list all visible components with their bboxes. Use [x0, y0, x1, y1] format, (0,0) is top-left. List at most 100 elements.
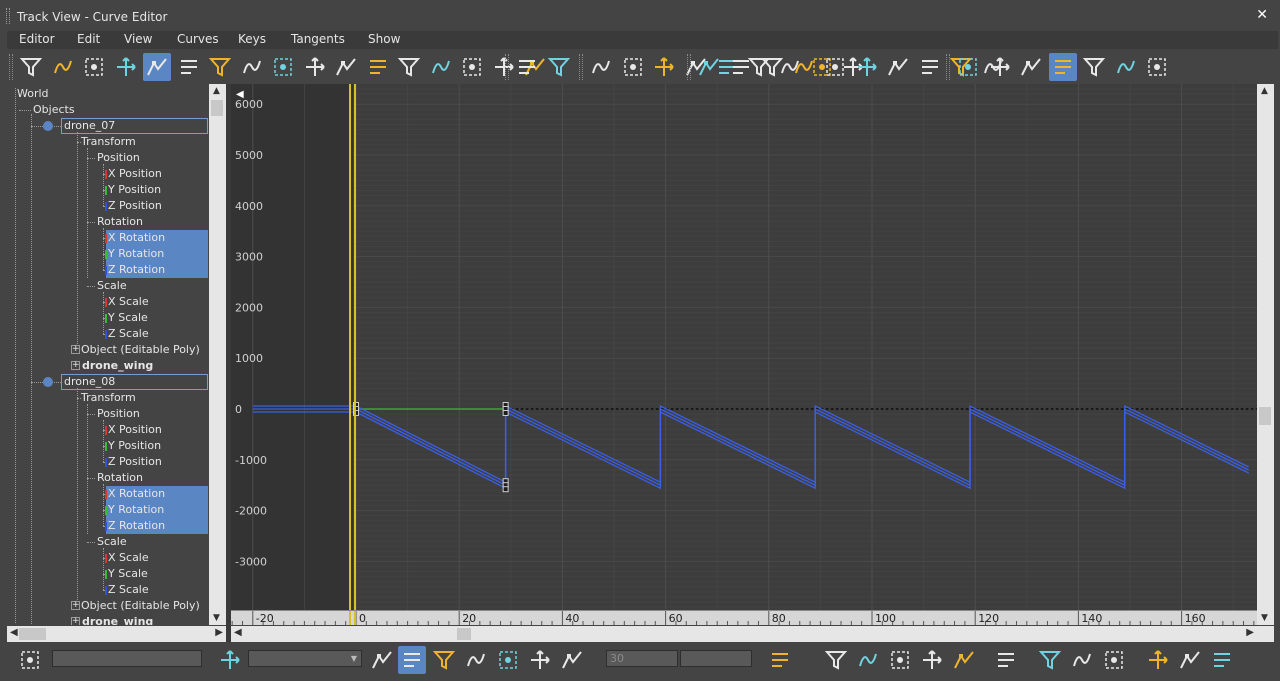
- spline-tangent-icon[interactable]: [954, 53, 982, 81]
- tangent-spline-icon[interactable]: [587, 53, 615, 81]
- graph-horizontal-scrollbar[interactable]: ◀ ▶: [231, 626, 1274, 642]
- curve-key[interactable]: [502, 486, 509, 493]
- curve-graph[interactable]: 6000 5000 4000 3000 2000 1000 0 -1000 -2000 -3000…: [231, 84, 1257, 610]
- tree-track-x-rotation[interactable]: X Rotation: [106, 230, 208, 246]
- tree-track-y-scale[interactable]: Y Scale: [106, 566, 148, 582]
- scale-values-icon[interactable]: [790, 53, 818, 81]
- filter-list-icon[interactable]: [1176, 646, 1204, 674]
- scroll-thumb[interactable]: [457, 628, 471, 640]
- tree-track-x-rotation[interactable]: X Rotation: [106, 486, 208, 502]
- menu-tangents[interactable]: Tangents: [291, 32, 345, 46]
- show-locked-icon[interactable]: [494, 646, 522, 674]
- scroll-thumb[interactable]: [19, 628, 46, 640]
- isolate-icon[interactable]: [1100, 646, 1128, 674]
- expand-icon[interactable]: +: [71, 617, 80, 625]
- corner-tangent-icon[interactable]: [1017, 53, 1045, 81]
- curve-key[interactable]: [502, 410, 509, 416]
- ease-curve-icon[interactable]: [301, 53, 329, 81]
- isolate-curve-icon[interactable]: [1048, 53, 1077, 81]
- toolbar-grip[interactable]: [579, 54, 583, 80]
- tree-child[interactable]: drone_wing: [82, 614, 153, 625]
- expand-icon[interactable]: +: [71, 345, 80, 354]
- node-dot-icon[interactable]: [43, 377, 53, 387]
- collapse-arrow-icon[interactable]: ◀: [236, 89, 244, 100]
- tree-track-y-position[interactable]: Y Position: [106, 438, 161, 454]
- tree-node-name[interactable]: drone_07: [61, 118, 208, 134]
- snap-frames-icon[interactable]: [80, 53, 108, 81]
- filter-dropdown[interactable]: ▼: [248, 650, 362, 667]
- parameter-curve-icon[interactable]: [269, 53, 297, 81]
- tree-node-name[interactable]: drone_08: [61, 374, 208, 390]
- menu-view[interactable]: View: [124, 32, 152, 46]
- zoom-extents-icon[interactable]: [918, 646, 946, 674]
- tangent-fast-icon[interactable]: [619, 53, 647, 81]
- tree-track-x-scale[interactable]: X Scale: [106, 550, 149, 566]
- frame-ruler-canvas[interactable]: -20 0 20 40 60 80 100 120 140 160: [231, 611, 1257, 625]
- tree-track-z-rotation[interactable]: Z Rotation: [106, 262, 208, 278]
- menu-editor[interactable]: Editor: [19, 32, 55, 46]
- scroll-down-icon[interactable]: ▼: [1261, 613, 1268, 623]
- show-selected-icon[interactable]: [368, 646, 396, 674]
- tree-track-y-position[interactable]: Y Position: [106, 182, 161, 198]
- curve-graph-canvas[interactable]: 6000 5000 4000 3000 2000 1000 0 -1000 -2000 -3000…: [231, 84, 1257, 610]
- show-keyable-icon[interactable]: [398, 646, 426, 674]
- transform-keys-icon[interactable]: [916, 53, 944, 81]
- name-filter-field[interactable]: [52, 650, 202, 667]
- scroll-thumb[interactable]: [211, 100, 223, 116]
- menu-show[interactable]: Show: [368, 32, 400, 46]
- value-field[interactable]: [680, 650, 752, 667]
- tree-track-y-scale[interactable]: Y Scale: [106, 310, 148, 326]
- lock-selection-icon[interactable]: [49, 53, 77, 81]
- key-stats-icon[interactable]: [513, 53, 541, 81]
- scroll-up-icon[interactable]: ▲: [1261, 86, 1268, 96]
- key-info-icon[interactable]: [526, 646, 554, 674]
- tree-track-x-scale[interactable]: X Scale: [106, 294, 149, 310]
- out-of-range-constant-icon[interactable]: [364, 53, 392, 81]
- node-dot-icon[interactable]: [43, 121, 53, 131]
- delete-keys-icon[interactable]: [695, 53, 723, 81]
- tree-track-z-rotation[interactable]: Z Rotation: [106, 518, 208, 534]
- out-of-range-pingpong-icon[interactable]: [458, 53, 486, 81]
- close-button[interactable]: ✕: [1256, 7, 1268, 23]
- filter-list-icon[interactable]: [216, 646, 244, 674]
- expand-icon[interactable]: +: [71, 361, 80, 370]
- multiplier-curve-icon[interactable]: [332, 53, 360, 81]
- scroll-right-icon[interactable]: ▶: [1246, 627, 1254, 638]
- frame-icon[interactable]: [558, 646, 586, 674]
- tree-track-z-position[interactable]: Z Position: [106, 198, 162, 214]
- zoom-h-icon[interactable]: [766, 646, 794, 674]
- graph-vertical-scrollbar[interactable]: ▲ ▼: [1257, 84, 1274, 625]
- scroll-left-icon[interactable]: ◀: [10, 627, 18, 638]
- move-keys-icon[interactable]: [112, 53, 140, 81]
- zoom-extents-selected-icon[interactable]: [950, 646, 978, 674]
- zoom-icon[interactable]: [1144, 646, 1172, 674]
- menu-keys[interactable]: Keys: [238, 32, 266, 46]
- snap-key-icon[interactable]: [1143, 53, 1171, 81]
- zoom-region-icon[interactable]: [821, 53, 849, 81]
- out-of-range-cycle-icon[interactable]: [395, 53, 423, 81]
- menu-curves[interactable]: Curves: [177, 32, 219, 46]
- tree-world[interactable]: World: [17, 86, 49, 102]
- tangent-slow-icon[interactable]: [650, 53, 678, 81]
- scroll-up-icon[interactable]: ▲: [213, 86, 220, 96]
- pan-icon[interactable]: [854, 646, 882, 674]
- zoom-icon[interactable]: [16, 646, 44, 674]
- hand-icon[interactable]: [886, 646, 914, 674]
- tangent-auto-icon[interactable]: [545, 53, 573, 81]
- scroll-down-icon[interactable]: ▼: [213, 613, 220, 623]
- zoom-v-icon[interactable]: [822, 646, 850, 674]
- add-keys-icon[interactable]: [175, 53, 203, 81]
- retime-tool-icon[interactable]: [238, 53, 266, 81]
- show-tangents-icon[interactable]: [727, 53, 755, 81]
- toolbar-grip[interactable]: [9, 54, 13, 80]
- slide-keys-icon[interactable]: [143, 53, 171, 81]
- tree-transform[interactable]: Transform: [81, 390, 136, 406]
- frame-field[interactable]: 30: [606, 650, 678, 667]
- custom-tangent-icon[interactable]: [853, 53, 881, 81]
- show-animated-icon[interactable]: [430, 646, 458, 674]
- tree-vertical-scrollbar[interactable]: ▲ ▼: [209, 84, 226, 625]
- tree-track-y-rotation[interactable]: Y Rotation: [106, 246, 208, 262]
- tree-transform[interactable]: Transform: [81, 134, 136, 150]
- tree-track-y-rotation[interactable]: Y Rotation: [106, 502, 208, 518]
- tree-track-x-position[interactable]: X Position: [106, 422, 162, 438]
